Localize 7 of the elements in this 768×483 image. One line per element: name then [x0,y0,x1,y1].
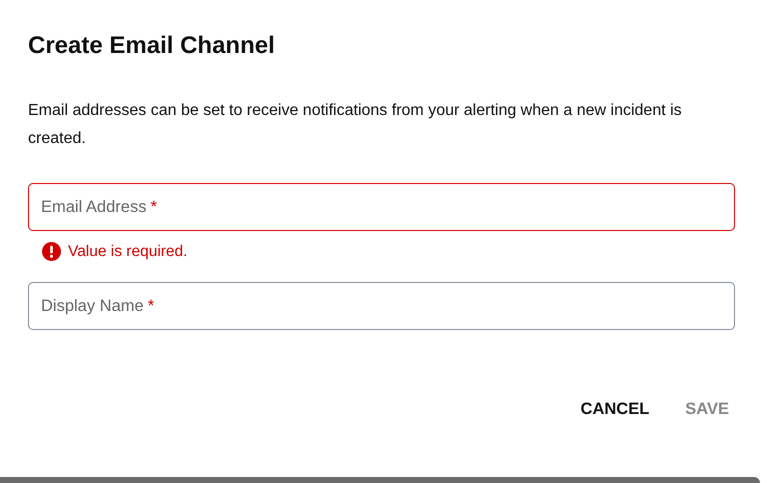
input-field[interactable]: Email Address * [28,183,735,231]
error-message: Value is required. [68,242,188,260]
dialog-description: Email addresses can be set to receive notifications from your alerting when a new incident is created. [28,101,683,149]
dialog-title: Create Email Channel [28,31,276,61]
error-icon [42,242,61,261]
cancel-button[interactable]: CANCEL [574,392,656,427]
input-field[interactable]: Display Name * [28,282,735,330]
